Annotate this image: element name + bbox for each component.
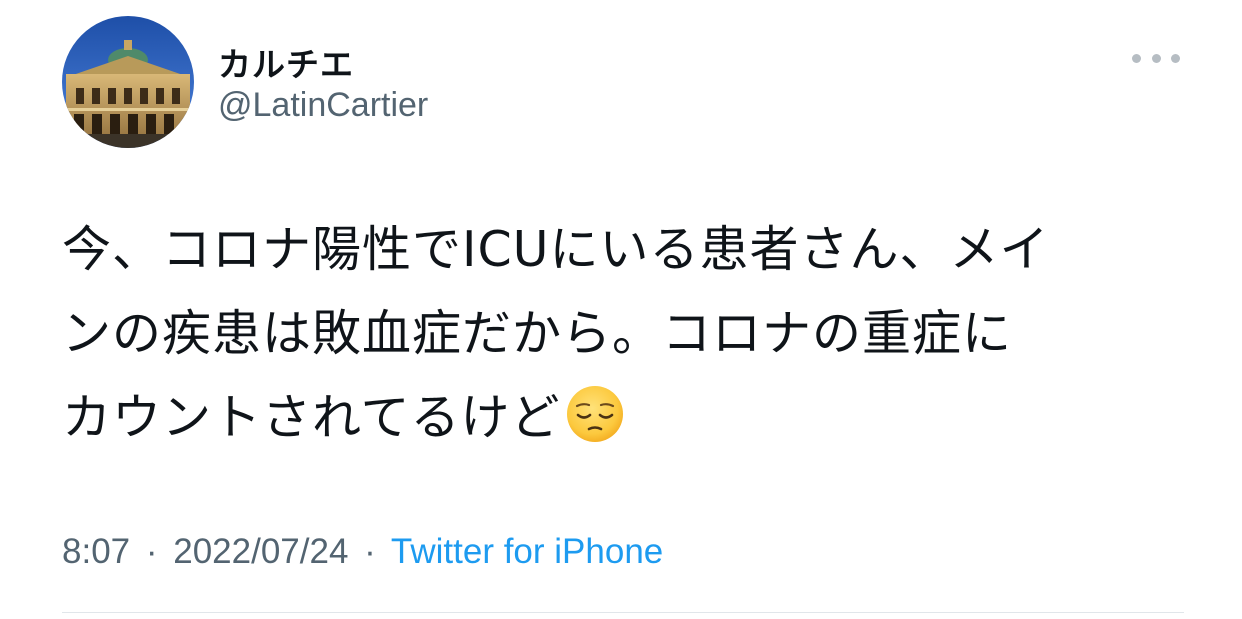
avatar[interactable] xyxy=(62,16,194,148)
opera-building-image xyxy=(62,16,194,148)
more-dot xyxy=(1132,53,1141,63)
tweet-time[interactable]: 8:07 xyxy=(62,532,130,571)
user-handle[interactable]: @LatinCartier xyxy=(218,86,428,125)
tweet-meta: 8:07 · 2022/07/24 · Twitter for iPhone xyxy=(62,532,663,572)
tweet-text-line: カウントされてるけど xyxy=(62,376,1192,460)
tweet-date[interactable]: 2022/07/24 xyxy=(173,532,348,571)
tweet-source-link[interactable]: Twitter for iPhone xyxy=(391,532,663,571)
tweet-text-line: 今、コロナ陽性でICUにいる患者さん、メイ xyxy=(62,221,1050,278)
more-options-icon[interactable] xyxy=(1128,46,1184,70)
tweet-text-line: ンの疾患は敗血症だから。コロナの重症に xyxy=(62,305,1013,362)
tweet-card: カルチエ @LatinCartier 今、コロナ陽性でICUにいる患者さん、メイ… xyxy=(0,0,1242,619)
divider xyxy=(62,612,1184,613)
meta-separator: · xyxy=(145,532,158,571)
more-dot xyxy=(1171,53,1180,63)
meta-separator: · xyxy=(364,532,376,571)
more-dot xyxy=(1151,53,1161,63)
display-name[interactable]: カルチエ xyxy=(218,38,354,86)
tweet-text-line-content: カウントされてるけど xyxy=(62,389,561,446)
pensive-face-emoji xyxy=(566,386,623,442)
tweet-text: 今、コロナ陽性でICUにいる患者さん、メイ ンの疾患は敗血症だから。コロナの重症… xyxy=(62,208,1192,460)
